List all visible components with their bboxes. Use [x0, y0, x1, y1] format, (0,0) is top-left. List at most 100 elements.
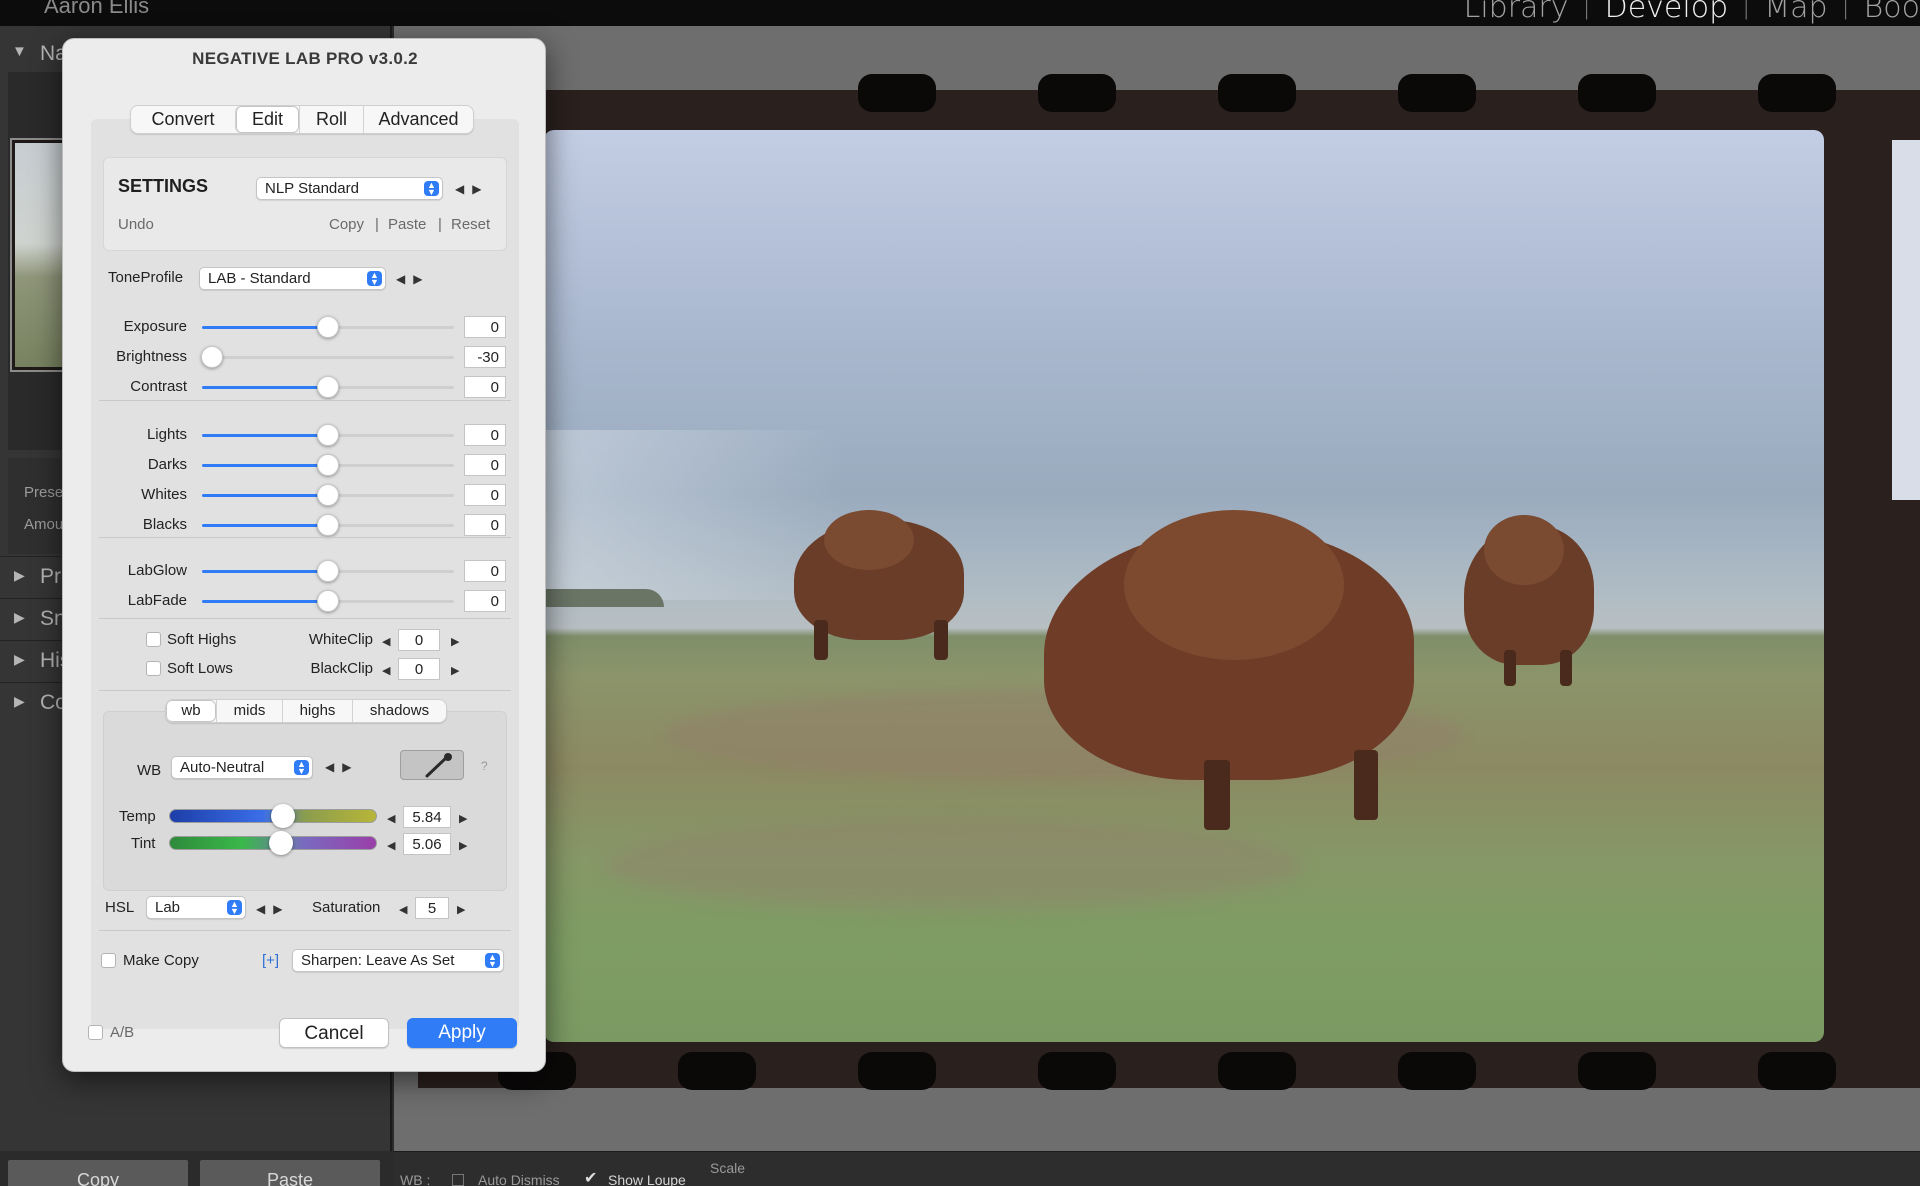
slider-knob[interactable] [201, 346, 224, 368]
slider[interactable] [202, 590, 454, 612]
sharpen-dropdown[interactable]: Sharpen: Leave As Set ▲ ▼ [292, 949, 504, 972]
temp-input[interactable]: 5.84 [403, 806, 451, 828]
slider[interactable] [202, 454, 454, 476]
hsl-prev-next[interactable]: ◀▶ [256, 902, 290, 916]
tab-convert[interactable]: Convert [131, 106, 235, 133]
slider[interactable] [202, 560, 454, 582]
slider[interactable] [202, 424, 454, 446]
slider-value-input[interactable]: 0 [464, 484, 506, 506]
black-clip-input[interactable]: 0 [398, 658, 440, 680]
add-option-link[interactable]: [+] [262, 952, 279, 969]
hsl-dropdown[interactable]: Lab ▲ ▼ [146, 896, 246, 919]
tint-decrement-icon[interactable]: ◀ [387, 839, 395, 852]
settings-prev-next[interactable]: ◀▶ [455, 182, 489, 196]
slider[interactable] [202, 376, 454, 398]
prev-arrow-icon[interactable]: ◀ [396, 272, 413, 286]
slider-value-input[interactable]: 0 [464, 590, 506, 612]
module-book[interactable]: Boo [1864, 0, 1920, 25]
settings-preset-dropdown[interactable]: NLP Standard ▲ ▼ [256, 177, 443, 200]
make-copy-checkbox[interactable] [101, 953, 116, 968]
slider-label: Whites [141, 486, 187, 503]
slider-value-input[interactable]: 0 [464, 454, 506, 476]
tab-mids[interactable]: mids [216, 700, 282, 722]
ab-checkbox[interactable] [88, 1025, 103, 1040]
prev-arrow-icon[interactable]: ◀ [455, 182, 472, 196]
wb-prev-next[interactable]: ◀▶ [325, 760, 359, 774]
soft-lows-checkbox[interactable] [146, 661, 161, 676]
settings-box [103, 157, 507, 251]
saturation-decrement-icon[interactable]: ◀ [399, 903, 407, 916]
next-arrow-icon[interactable]: ▶ [342, 760, 359, 774]
temp-decrement-icon[interactable]: ◀ [387, 812, 395, 825]
sprocket-hole [678, 1052, 756, 1090]
white-clip-input[interactable]: 0 [398, 629, 440, 651]
sprocket-hole [1578, 1052, 1656, 1090]
prev-arrow-icon[interactable]: ◀ [256, 902, 273, 916]
paste-settings-button[interactable]: Paste [200, 1160, 380, 1186]
module-map[interactable]: Map [1764, 0, 1827, 25]
module-develop[interactable]: Develop [1605, 0, 1729, 25]
tint-input[interactable]: 5.06 [403, 833, 451, 855]
saturation-input[interactable]: 5 [415, 897, 449, 919]
chevron-updown-icon: ▲ ▼ [485, 953, 500, 969]
slider-knob[interactable] [317, 484, 339, 506]
tab-highs[interactable]: highs [282, 700, 352, 722]
slider-knob[interactable] [317, 560, 339, 582]
slider-value-input[interactable]: 0 [464, 376, 506, 398]
tab-wb[interactable]: wb [166, 700, 216, 722]
slider-value-input[interactable]: -30 [464, 346, 506, 368]
module-library[interactable]: Library [1464, 0, 1569, 25]
slider-knob[interactable] [317, 454, 339, 476]
slider-value-input[interactable]: 0 [464, 560, 506, 582]
temp-increment-icon[interactable]: ▶ [459, 812, 467, 825]
tone-profile-prev-next[interactable]: ◀▶ [396, 272, 430, 286]
white-clip-decrement-icon[interactable]: ◀ [382, 635, 390, 648]
wb-help-icon[interactable]: ? [481, 759, 488, 773]
make-copy-label: Make Copy [123, 952, 199, 969]
tab-advanced[interactable]: Advanced [363, 106, 473, 133]
copy-settings-button[interactable]: Copy [8, 1160, 188, 1186]
slider-value-input[interactable]: 0 [464, 316, 506, 338]
tone-profile-dropdown[interactable]: LAB - Standard ▲ ▼ [199, 267, 386, 290]
slider[interactable] [201, 346, 454, 368]
eyedropper-button[interactable] [400, 750, 464, 780]
next-arrow-icon[interactable]: ▶ [472, 182, 489, 196]
copy-link[interactable]: Copy [329, 216, 364, 233]
paste-link[interactable]: Paste [388, 216, 426, 233]
tab-edit[interactable]: Edit [235, 106, 299, 133]
slider[interactable] [202, 484, 454, 506]
slider[interactable] [202, 514, 454, 536]
slider-knob[interactable] [317, 316, 339, 338]
sprocket-hole [1578, 74, 1656, 112]
negative-lab-pro-dialog: NEGATIVE LAB PRO v3.0.2 Convert Edit Rol… [62, 38, 546, 1072]
prev-arrow-icon[interactable]: ◀ [325, 760, 342, 774]
black-clip-increment-icon[interactable]: ▶ [451, 664, 459, 677]
tab-shadows[interactable]: shadows [352, 700, 446, 722]
saturation-increment-icon[interactable]: ▶ [457, 903, 465, 916]
auto-dismiss-label: Auto Dismiss [478, 1172, 560, 1186]
auto-dismiss-checkbox[interactable] [452, 1174, 464, 1186]
app-window: Aaron Ellis Library | Develop | Map | Boo ▼ Na… [0, 0, 1920, 1186]
slider-fill [202, 434, 328, 437]
cancel-button[interactable]: Cancel [279, 1018, 389, 1048]
next-arrow-icon[interactable]: ▶ [273, 902, 290, 916]
soft-highs-checkbox[interactable] [146, 632, 161, 647]
show-loupe-checkbox[interactable]: ✔ [584, 1168, 597, 1186]
slider-knob[interactable] [317, 590, 339, 612]
slider-knob[interactable] [317, 376, 339, 398]
slider-knob[interactable] [317, 424, 339, 446]
slider-fill [202, 326, 328, 329]
slider-value-input[interactable]: 0 [464, 514, 506, 536]
black-clip-decrement-icon[interactable]: ◀ [382, 664, 390, 677]
slider-value-input[interactable]: 0 [464, 424, 506, 446]
slider[interactable] [202, 316, 454, 338]
wb-mode-dropdown[interactable]: Auto-Neutral ▲ ▼ [171, 756, 313, 779]
white-clip-increment-icon[interactable]: ▶ [451, 635, 459, 648]
tint-increment-icon[interactable]: ▶ [459, 839, 467, 852]
reset-link[interactable]: Reset [451, 216, 490, 233]
next-arrow-icon[interactable]: ▶ [413, 272, 430, 286]
apply-button[interactable]: Apply [407, 1018, 517, 1048]
slider-knob[interactable] [317, 514, 339, 536]
undo-link[interactable]: Undo [118, 216, 154, 233]
tab-roll[interactable]: Roll [299, 106, 363, 133]
